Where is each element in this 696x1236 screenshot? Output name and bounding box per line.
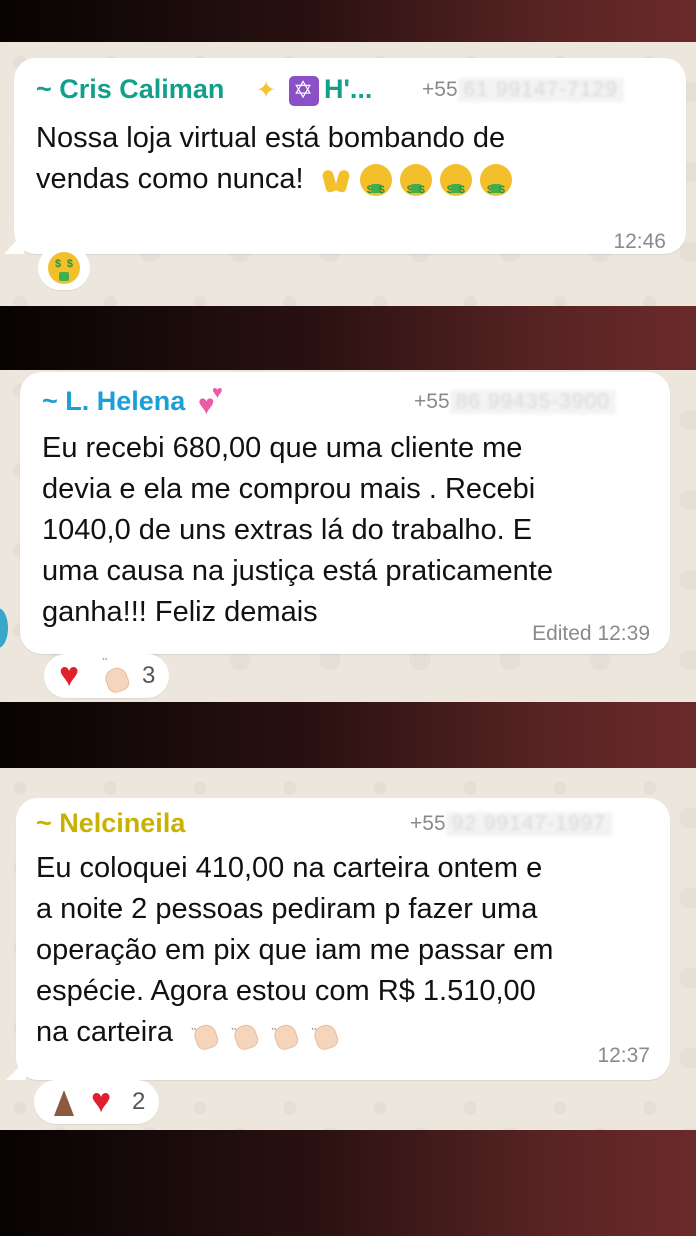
message-bubble[interactable]: ~ Cris Caliman H'... +5561 99147-7129 No… xyxy=(14,58,686,254)
money-mouth-face-icon xyxy=(479,164,512,211)
money-mouth-face-icon xyxy=(359,164,392,211)
clapping-hands-icon xyxy=(269,1013,301,1054)
message-text: Nossa loja virtual está bombando de vend… xyxy=(36,118,676,211)
phone-redacted: 92 99147-1997 xyxy=(445,812,612,836)
sender-name[interactable]: ~ Nelcineila xyxy=(36,808,185,839)
sender-phone: +55 61 99147-7129 xyxy=(422,78,624,102)
money-mouth-face-icon xyxy=(399,164,432,211)
message-text: Eu coloquei 410,00 na carteira ontem e a… xyxy=(36,848,666,1054)
message-time: 12:46 xyxy=(613,230,666,253)
clapping-hands-icon xyxy=(309,1013,341,1054)
reaction-count: 2 xyxy=(132,1088,146,1115)
clapping-hands-icon xyxy=(189,1013,221,1054)
folded-hands-icon xyxy=(48,1086,80,1118)
clapping-hands-icon xyxy=(100,656,132,692)
red-heart-icon xyxy=(58,656,90,694)
money-mouth-face-icon xyxy=(439,164,472,211)
chat-panel-2: ~ L. Helena +5586 99435-3900 Eu recebi 6… xyxy=(0,370,696,702)
sender-name[interactable]: ~ L. Helena xyxy=(42,386,185,417)
sender-phone: +55 86 99435-3900 xyxy=(414,390,616,414)
reactions-bar[interactable]: 3 xyxy=(44,654,170,698)
message-bubble[interactable]: ~ L. Helena +5586 99435-3900 Eu recebi 6… xyxy=(20,372,670,654)
red-heart-icon xyxy=(90,1082,122,1120)
sender-name-suffix[interactable]: H'... xyxy=(324,74,372,105)
sender-phone: +55 92 99147-1997 xyxy=(410,812,612,836)
clapping-hands-icon xyxy=(229,1013,261,1054)
bubble-tail xyxy=(4,232,24,254)
reaction-count: 3 xyxy=(142,662,156,689)
message-bubble[interactable]: ~ Nelcineila +55 92 99147-1997 Eu coloque… xyxy=(16,798,670,1080)
phone-redacted: 61 99147-7129 xyxy=(457,78,624,102)
sparkles-icon xyxy=(254,76,280,110)
phone-redacted: 86 99435-3900 xyxy=(449,390,616,414)
money-mouth-face-icon xyxy=(48,252,80,284)
reactions-bar[interactable]: 2 xyxy=(34,1080,160,1124)
reply-indicator xyxy=(0,608,8,648)
message-time: Edited 12:39 xyxy=(532,622,650,645)
raising-hands-icon xyxy=(320,164,352,196)
message-time: 12:37 xyxy=(597,1044,650,1067)
star-of-david-icon xyxy=(289,76,319,106)
sparkling-heart-icon xyxy=(198,382,232,422)
bubble-tail xyxy=(6,1060,26,1080)
sender-name[interactable]: ~ Cris Caliman xyxy=(36,74,224,105)
reactions-bar[interactable] xyxy=(38,246,90,290)
message-text: Eu recebi 680,00 que uma cliente me devi… xyxy=(42,432,553,628)
chat-panel-3: ~ Nelcineila +55 92 99147-1997 Eu coloque… xyxy=(0,768,696,1130)
chat-panel-1: ~ Cris Caliman H'... +5561 99147-7129 No… xyxy=(0,42,696,306)
